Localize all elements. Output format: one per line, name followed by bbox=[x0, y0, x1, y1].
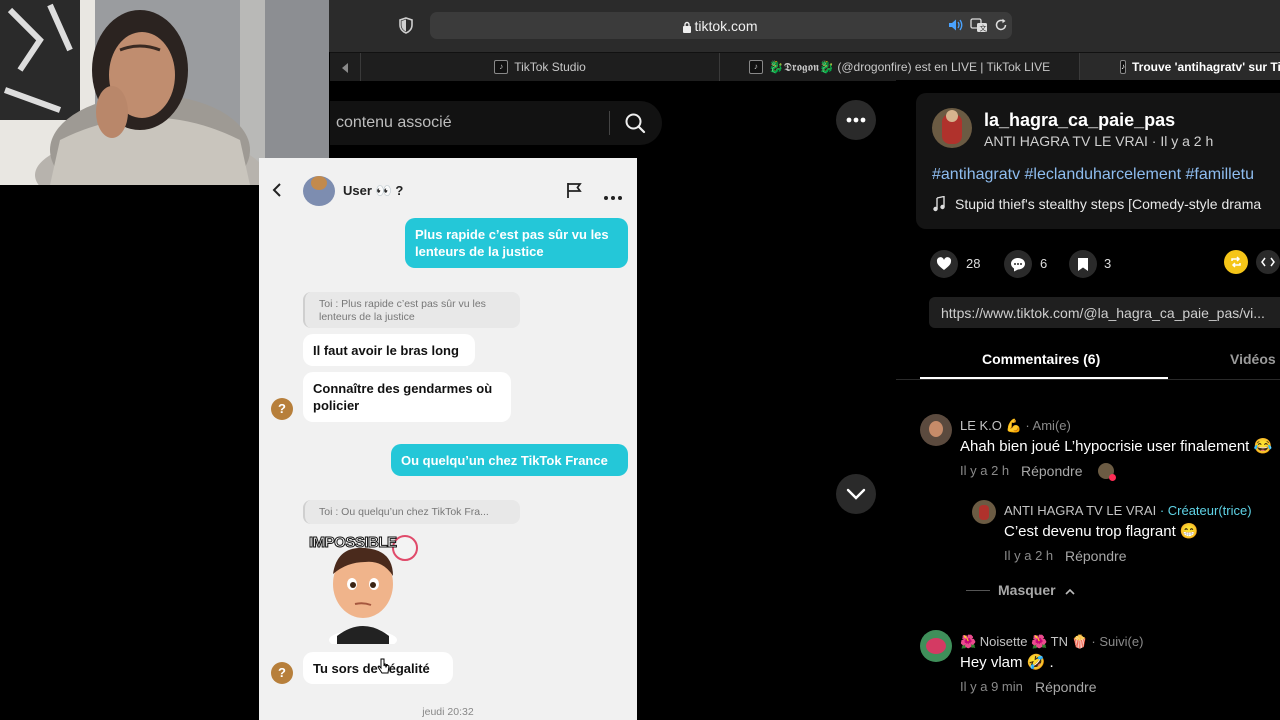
commenter-avatar[interactable] bbox=[972, 500, 996, 524]
comment-button[interactable] bbox=[1004, 250, 1032, 278]
cursor-icon bbox=[377, 658, 391, 676]
tabs-divider bbox=[896, 379, 1280, 380]
reply-button[interactable]: Répondre bbox=[1065, 548, 1127, 564]
translate-icon[interactable]: 文 bbox=[970, 18, 988, 33]
search-input[interactable]: contenu associé bbox=[336, 114, 452, 132]
save-button[interactable] bbox=[1069, 250, 1097, 278]
comment-author[interactable]: ANTI HAGRA TV LE VRAI · Créateur(trice) bbox=[1004, 503, 1252, 518]
chevron-down-icon bbox=[846, 488, 866, 500]
reply-button[interactable]: Répondre bbox=[1021, 463, 1083, 479]
comment-author[interactable]: LE K.O 💪 · Ami(e) bbox=[960, 418, 1071, 434]
more-dots-icon bbox=[846, 117, 866, 123]
author-username[interactable]: la_hagra_ca_paie_pas bbox=[984, 110, 1175, 131]
commenter-avatar[interactable] bbox=[920, 414, 952, 446]
quoted-message: Toi : Plus rapide c’est pas sûr vu les l… bbox=[303, 292, 520, 328]
message-incoming: Il faut avoir le bras long bbox=[303, 334, 475, 366]
hide-replies-label: Masquer bbox=[998, 582, 1056, 598]
comment-time: Il y a 2 h bbox=[960, 463, 1010, 478]
chat-timestamp: jeudi 20:32 bbox=[422, 706, 474, 718]
post-hashtags[interactable]: #antihagratv #leclanduharcelement #famil… bbox=[932, 166, 1254, 184]
save-count: 3 bbox=[1104, 256, 1112, 271]
video-player[interactable]: User 👀 ? Plus rapide c’est pas sûr vu le… bbox=[259, 158, 637, 720]
speaker-icon[interactable] bbox=[948, 18, 964, 32]
search-bar[interactable]: contenu associé bbox=[330, 101, 662, 145]
comment-author-tag: · Ami(e) bbox=[1021, 418, 1071, 433]
search-icon[interactable] bbox=[624, 112, 646, 134]
back-chevron-icon bbox=[271, 182, 283, 198]
music-note-icon bbox=[932, 195, 946, 212]
like-button[interactable] bbox=[930, 250, 958, 278]
tab-videos[interactable]: Vidéos c bbox=[1230, 351, 1280, 367]
comment-text: C’est devenu trop flagrant 😁 bbox=[1004, 523, 1199, 540]
comment-author-name[interactable]: LE K.O 💪 bbox=[960, 418, 1022, 433]
embed-button[interactable] bbox=[1256, 250, 1280, 274]
svg-text:文: 文 bbox=[980, 24, 987, 33]
shield-icon[interactable] bbox=[398, 17, 414, 34]
tab-label: 🐉𝕯𝖗𝖔𝖌𝖔𝖓🐉 (@drogonfire) est en LIVE | Tik… bbox=[768, 59, 1051, 74]
tab-label: TikTok Studio bbox=[514, 60, 586, 74]
creator-badge: · Créateur(trice) bbox=[1156, 503, 1252, 518]
flag-icon bbox=[565, 181, 583, 199]
comment-time: Il y a 9 min bbox=[960, 679, 1023, 694]
message-incoming: Connaître des gendarmes où policier bbox=[303, 372, 511, 422]
reload-icon[interactable] bbox=[994, 18, 1008, 32]
bookmark-icon bbox=[1078, 257, 1088, 271]
comment-icon bbox=[1011, 257, 1025, 271]
comment-text: Hey vlam 🤣 . bbox=[960, 654, 1054, 671]
copy-link-field[interactable]: https://www.tiktok.com/@la_hagra_ca_paie… bbox=[929, 297, 1280, 328]
creator-liked-avatar bbox=[1098, 463, 1116, 481]
like-count: 28 bbox=[966, 256, 981, 271]
comment-author[interactable]: 🌺 Noisette 🌺 TN 🍿 · Suivi(e) bbox=[960, 634, 1143, 650]
author-display-name: ANTI HAGRA TV LE VRAI · Il y a 2 h bbox=[984, 133, 1214, 149]
music-title[interactable]: Stupid thief's stealthy steps [Comedy-st… bbox=[955, 196, 1261, 212]
author-avatar[interactable] bbox=[932, 108, 972, 148]
embed-code-icon bbox=[1261, 257, 1275, 267]
tab-tiktok-studio[interactable]: ♪ TikTok Studio bbox=[360, 53, 719, 81]
address-bar[interactable]: tiktok.com 文 bbox=[430, 12, 1012, 39]
sender-avatar: ? bbox=[271, 662, 293, 684]
hide-replies-button[interactable]: Masquer bbox=[998, 582, 1076, 598]
comment-count: 6 bbox=[1040, 256, 1048, 271]
comment-author-name[interactable]: 🌺 Noisette 🌺 TN 🍿 bbox=[960, 634, 1088, 649]
tab-comments[interactable]: Commentaires (6) bbox=[982, 351, 1100, 367]
left-gutter bbox=[0, 185, 217, 720]
search-divider bbox=[609, 111, 610, 135]
reply-button[interactable]: Répondre bbox=[1035, 679, 1097, 695]
repost-button[interactable] bbox=[1224, 250, 1248, 274]
hide-replies-line bbox=[966, 590, 990, 591]
tiktok-favicon-icon: ♪ bbox=[748, 60, 763, 74]
link-text: https://www.tiktok.com/@la_hagra_ca_paie… bbox=[941, 305, 1265, 321]
url-text: tiktok.com bbox=[694, 18, 758, 34]
heart-icon bbox=[936, 257, 952, 270]
chevron-up-icon bbox=[1065, 588, 1076, 595]
tab-bar: ♪ TikTok Studio ♪ 🐉𝕯𝖗𝖔𝖌𝖔𝖓🐉 (@drogonfire)… bbox=[330, 52, 1280, 81]
message-outgoing: Plus rapide c’est pas sûr vu les lenteur… bbox=[405, 218, 628, 268]
chat-header-name: User 👀 ? bbox=[343, 183, 404, 198]
comment-author-tag: · Suivi(e) bbox=[1087, 634, 1144, 649]
next-video-button[interactable] bbox=[836, 474, 876, 514]
tab-drogonfire-live[interactable]: ♪ 🐉𝕯𝖗𝖔𝖌𝖔𝖓🐉 (@drogonfire) est en LIVE | T… bbox=[719, 53, 1079, 81]
chat-avatar bbox=[303, 176, 335, 206]
comment-text: Ahah bien joué L’hypocrisie user finalem… bbox=[960, 438, 1273, 455]
sticker-caption: IMPOSSIBLE bbox=[309, 534, 398, 552]
tab-scroll-left-icon[interactable] bbox=[340, 61, 350, 73]
commenter-avatar[interactable] bbox=[920, 630, 952, 662]
repost-icon bbox=[1231, 256, 1241, 268]
comment-author-name[interactable]: ANTI HAGRA TV LE VRAI bbox=[1004, 503, 1156, 518]
comment-time: Il y a 2 h bbox=[1004, 548, 1054, 563]
tab-antihagratv[interactable]: ♪ Trouve 'antihagratv' sur TikTok bbox=[1079, 53, 1280, 81]
tiktok-favicon-icon: ♪ bbox=[1120, 60, 1126, 74]
more-options-button[interactable] bbox=[836, 100, 876, 140]
sender-avatar: ? bbox=[271, 398, 293, 420]
more-dots-icon bbox=[603, 188, 623, 200]
message-outgoing: Ou quelqu’un chez TikTok France bbox=[391, 444, 628, 476]
tab-label: Trouve 'antihagratv' sur TikTok bbox=[1132, 60, 1280, 74]
post-sidebar: la_hagra_ca_paie_pas ANTI HAGRA TV LE VR… bbox=[896, 80, 1280, 720]
tiktok-favicon-icon: ♪ bbox=[494, 60, 509, 74]
quoted-message: Toi : Ou quelqu’un chez TikTok Fra... bbox=[303, 500, 520, 524]
